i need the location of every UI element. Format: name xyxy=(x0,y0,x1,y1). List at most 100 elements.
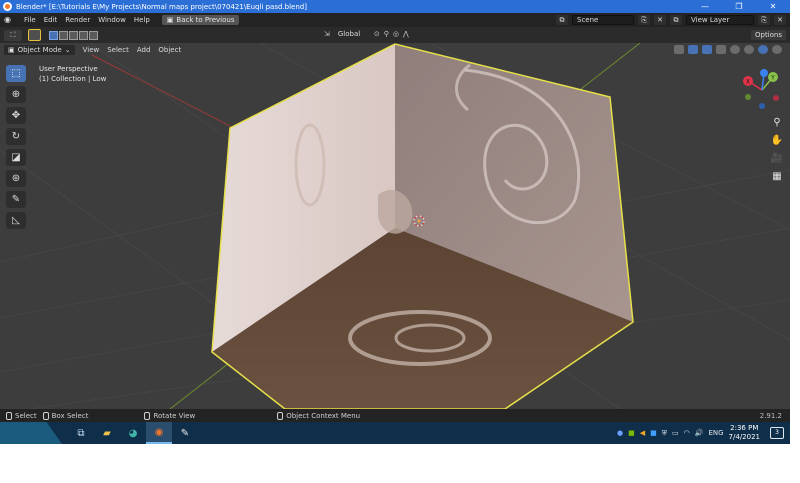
navigation-gizmo[interactable]: X Y xyxy=(740,68,784,112)
mode-invert-icon[interactable] xyxy=(79,30,88,40)
solid-shading-icon[interactable] xyxy=(744,45,754,54)
scale-icon[interactable]: ◪ xyxy=(6,149,26,166)
blender-taskbar-icon[interactable]: ◉ xyxy=(146,422,172,444)
mode-extend-icon[interactable] xyxy=(59,30,68,40)
rendered-shading-icon[interactable] xyxy=(772,45,782,54)
status-rotate-view-label: Rotate View xyxy=(153,411,196,420)
new-scene-icon[interactable]: ⎘ xyxy=(638,15,650,25)
tray-app-icon[interactable]: ● xyxy=(617,429,623,437)
tray-shield-icon[interactable]: ⛨ xyxy=(662,429,667,438)
tray-volume-app-icon[interactable]: ◀ xyxy=(640,429,645,437)
falloff-icon[interactable]: ⋀ xyxy=(403,30,409,38)
pan-icon[interactable]: ✋ xyxy=(770,135,784,147)
status-context-menu-label: Object Context Menu xyxy=(286,411,361,420)
delete-scene-icon[interactable]: ✕ xyxy=(654,15,666,25)
middle-mouse-icon xyxy=(144,411,151,420)
menu-select[interactable]: Select xyxy=(107,46,129,54)
xray-icon[interactable] xyxy=(716,45,726,54)
mode-intersect-icon[interactable] xyxy=(89,30,98,40)
clock-date: 7/4/2021 xyxy=(728,433,760,441)
snap-icon[interactable]: ⚲ xyxy=(384,30,389,38)
status-box-select: Box Select xyxy=(42,411,88,420)
select-box-icon[interactable]: ⬚ xyxy=(6,65,26,82)
menu-view[interactable]: View xyxy=(83,46,100,54)
object-mode-dropdown[interactable]: ▣ Object Mode ⌄ xyxy=(4,45,75,55)
wireframe-shading-icon[interactable] xyxy=(730,45,740,54)
blender-menu-icon[interactable]: ◉ xyxy=(4,15,16,25)
menu-edit[interactable]: Edit xyxy=(44,16,58,24)
menu-render[interactable]: Render xyxy=(65,16,90,24)
move-icon[interactable]: ✥ xyxy=(6,107,26,124)
version-label: 2.91.2 xyxy=(759,411,782,420)
system-tray: ● ■ ◀ ■ ⛨ ▭ ◠ 🔊 ENG 2:36 PM 7/4/2021 xyxy=(617,424,760,442)
paint-app-icon[interactable]: ✎ xyxy=(172,422,198,444)
zoom-icon[interactable]: ⚲ xyxy=(770,117,784,129)
3d-viewport[interactable] xyxy=(0,43,790,409)
select-tool-icon[interactable] xyxy=(28,29,41,41)
view-layer-field[interactable]: View Layer xyxy=(686,15,754,25)
gizmo-neg-y[interactable] xyxy=(745,94,751,100)
notification-center-icon[interactable]: 3 xyxy=(770,427,784,439)
status-select-label: Select xyxy=(15,411,37,420)
new-view-layer-icon[interactable]: ⎘ xyxy=(758,15,770,25)
collection-label: (1) Collection | Low xyxy=(39,75,107,83)
title-bar: Blender* [E:\Tutorials E\My Projects\Nor… xyxy=(0,0,790,13)
file-explorer-icon[interactable]: ▰ xyxy=(94,422,120,444)
back-to-previous-button[interactable]: ▣ Back to Previous xyxy=(161,15,240,25)
menu-object[interactable]: Object xyxy=(158,46,181,54)
gizmo-z-axis[interactable] xyxy=(760,69,768,77)
grid-icon[interactable]: ▦ xyxy=(770,171,784,183)
menu-add[interactable]: Add xyxy=(137,46,151,54)
taskbar-search-box[interactable] xyxy=(0,422,62,444)
menu-window[interactable]: Window xyxy=(98,16,126,24)
view-layer-browse-icon[interactable]: ⧉ xyxy=(670,15,682,25)
tray-defender-icon[interactable]: ■ xyxy=(650,429,657,437)
menu-file[interactable]: File xyxy=(24,16,36,24)
menu-help[interactable]: Help xyxy=(134,16,150,24)
mode-subtract-icon[interactable] xyxy=(69,30,78,40)
status-rotate-view: Rotate View xyxy=(144,411,196,420)
gizmo-neg-x[interactable] xyxy=(773,95,779,101)
selection-modes xyxy=(49,30,98,40)
edge-browser-icon[interactable]: ◕ xyxy=(120,422,146,444)
close-button[interactable]: ✕ xyxy=(756,0,790,13)
scene-browse-icon[interactable]: ⧉ xyxy=(556,15,568,25)
blender-logo-icon xyxy=(3,2,12,11)
taskbar-clock[interactable]: 2:36 PM 7/4/2021 xyxy=(729,424,760,442)
drag-mouse-icon xyxy=(42,411,49,420)
measure-icon[interactable]: ◺ xyxy=(6,212,26,229)
proportional-editing-icon[interactable]: ◎ xyxy=(393,30,399,38)
status-select: Select xyxy=(6,411,37,420)
rotate-icon[interactable]: ↻ xyxy=(6,128,26,145)
transform-icon[interactable]: ⊛ xyxy=(6,170,26,187)
tray-speaker-icon[interactable]: 🔊 xyxy=(695,429,704,437)
delete-view-layer-icon[interactable]: ✕ xyxy=(774,15,786,25)
mode-set-icon[interactable] xyxy=(49,30,58,40)
viewport-scene[interactable] xyxy=(0,43,790,409)
cube-object[interactable] xyxy=(211,43,634,409)
overlay-toggle-icon[interactable] xyxy=(702,45,712,54)
visibility-icon[interactable] xyxy=(674,45,684,54)
minimize-button[interactable]: — xyxy=(688,0,722,13)
tray-nvidia-icon[interactable]: ■ xyxy=(628,429,635,437)
cursor-icon[interactable]: ⊕ xyxy=(6,86,26,103)
task-view-icon[interactable]: ⧉ xyxy=(68,422,94,444)
material-preview-shading-icon[interactable] xyxy=(758,45,768,54)
scene-field[interactable]: Scene xyxy=(572,15,634,25)
editor-type-icon[interactable]: ⛶ xyxy=(4,29,22,41)
annotate-icon[interactable]: ✎ xyxy=(6,191,26,208)
language-indicator[interactable]: ENG xyxy=(708,429,723,437)
window-title: Blender* [E:\Tutorials E\My Projects\Nor… xyxy=(16,2,307,11)
tray-drive-icon[interactable]: ▭ xyxy=(672,429,679,437)
window-controls: — ❐ ✕ xyxy=(688,0,790,13)
tray-wifi-icon[interactable]: ◠ xyxy=(684,429,690,437)
tool-header: ⛶ ⇲ Global ⊙ ⚲ ◎ ⋀ Options xyxy=(0,27,790,43)
clock-time: 2:36 PM xyxy=(730,424,759,432)
gizmo-toggle-icon[interactable] xyxy=(688,45,698,54)
options-dropdown[interactable]: Options xyxy=(750,30,786,40)
gizmo-neg-z[interactable] xyxy=(759,103,765,109)
pivot-icon[interactable]: ⊙ xyxy=(374,30,380,38)
orientation-dropdown[interactable]: Global xyxy=(333,29,370,39)
camera-icon[interactable]: 🎥 xyxy=(770,153,784,165)
maximize-button[interactable]: ❐ xyxy=(722,0,756,13)
